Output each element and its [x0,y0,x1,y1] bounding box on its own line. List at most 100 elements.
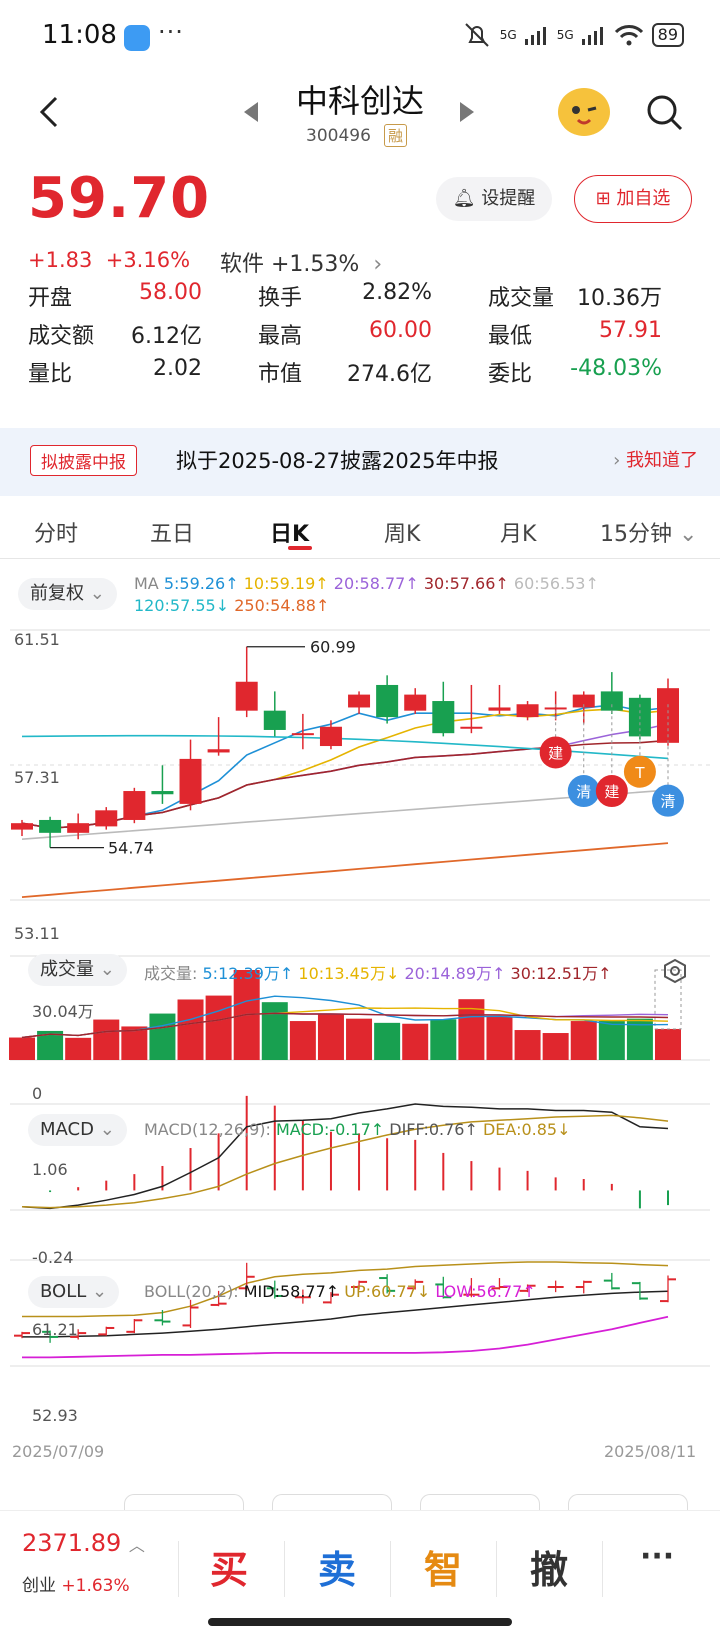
candle-body [95,810,118,827]
price-axis-mid: 57.31 [14,768,60,787]
ma-250: 250:54.88↑ [234,596,330,615]
trade-marker-label: 清 [576,783,591,801]
stat-value: 2.02 [153,356,202,381]
boll-dropdown[interactable]: BOLL ⌄ [28,1276,120,1308]
separator [178,1541,179,1597]
volume-bar [655,1028,681,1060]
tab-monthly-k[interactable]: 月K [500,516,536,548]
volume-bar [149,1013,176,1060]
add-favorite-label: 加自选 [616,188,671,209]
volume-label: 成交量 [40,959,94,980]
index-name-text: 创业 [22,1576,56,1596]
ma-title: MA [134,574,159,593]
boll-label: BOLL [40,1281,87,1302]
change-amount: +1.83 [28,248,93,272]
candle-body [544,707,567,710]
tab-15min[interactable]: 15分钟 ⌄ [600,516,697,548]
signal-icon-2 [581,27,603,45]
stock-title: 中科创达 [295,82,424,120]
low-label: 54.74 [108,839,154,858]
price-change: +1.83 +3.16% [28,248,190,272]
stat-label: 成交额 [28,324,95,349]
next-stock-icon[interactable] [460,102,474,122]
ma-line [21,704,669,829]
macd-dropdown[interactable]: MACD ⌄ [28,1114,127,1146]
volume-bar [65,1037,92,1060]
stat-value: -48.03% [570,356,662,381]
mute-icon [465,23,489,47]
volume-bar [486,1016,513,1060]
status-icons: 5G 5G 89 [462,22,684,48]
add-favorite-button[interactable]: ⊞ 加自选 [574,175,692,223]
chevron-down-icon: ⌄ [99,1119,115,1140]
candle-body [151,791,174,795]
last-price: 59.70 [28,166,211,231]
tab-intraday[interactable]: 分时 [34,516,78,548]
separator [284,1541,285,1597]
volume-title: 成交量: [144,964,198,983]
search-icon[interactable] [644,92,684,132]
volume-dropdown[interactable]: 成交量 ⌄ [28,954,127,986]
more-button[interactable]: ··· [640,1539,674,1574]
volume-bar [177,999,204,1060]
notice-dismiss-label: 我知道了 [626,450,698,471]
tab-five-day[interactable]: 五日 [150,516,194,548]
volume-bar [514,1030,541,1060]
boll-low: LOW:56.77↑ [435,1282,536,1301]
volume-bar [430,1019,457,1060]
settings-hexagon-icon[interactable] [662,958,688,984]
vol-ma-20: 20:14.89万↑ [404,964,506,983]
stat-label: 成交量 [488,286,555,311]
macd-axis-top: 1.06 [32,1160,68,1179]
mascot-icon[interactable] [558,88,610,136]
sector-label: 软件 +1.53% [220,252,360,277]
volume-bar [317,1013,344,1060]
volume-bar [542,1033,569,1060]
candle-body [348,694,371,708]
cancel-order-button[interactable]: 撤 [530,1539,568,1594]
boll-low-line [22,1315,669,1359]
status-time: 11:08 [42,20,117,50]
separator [496,1541,497,1597]
stock-code: 300496 [306,126,371,146]
tab-weekly-k[interactable]: 周K [384,516,420,548]
boll-up: UP:60.77↓ [344,1282,431,1301]
separator [390,1541,391,1597]
trade-marker-label: T [634,764,645,782]
tab-daily-k[interactable]: 日K [270,516,309,548]
price-axis-bottom: 53.11 [14,924,60,943]
price-axis-top: 61.51 [14,630,60,649]
volume-bar [570,1021,597,1060]
sell-button[interactable]: 卖 [318,1539,356,1594]
sector-link[interactable]: 软件 +1.53% › [220,246,382,278]
ma-legend-row1: MA 5:59.26↑ 10:59.19↑ 20:58.77↑ 30:57.66… [134,574,599,593]
notice-banner[interactable]: 拟披露中报 拟于2025-08-27披露2025年中报 › 我知道了 [0,428,720,496]
kline-chart[interactable]: 60.9954.74建清 建T清 [0,620,720,1440]
volume-bar [205,995,232,1060]
chevron-down-icon: ⌄ [679,522,698,547]
index-value[interactable]: 2371.89 ︿ [22,1529,145,1557]
chevron-right-icon: › [613,450,621,471]
candle-body [432,701,455,734]
set-alert-button[interactable]: 🔔︎ 设提醒 [436,177,552,221]
stat-label: 最高 [258,324,303,349]
candle-body [291,733,314,736]
macd-value: MACD:-0.17↑ [276,1120,385,1139]
adjust-dropdown[interactable]: 前复权 ⌄ [18,578,117,610]
macd-axis-bottom: -0.24 [32,1248,74,1267]
boll-params: BOLL(20,2): [144,1282,239,1301]
stat-label: 市值 [258,362,303,387]
stat-value: 6.12亿 [131,324,202,349]
chevron-right-icon: › [366,252,383,277]
buy-button[interactable]: 买 [210,1539,248,1594]
date-end: 2025/08/11 [604,1442,697,1461]
volume-legend: 成交量: 5:12.39万↑ 10:13.45万↓ 20:14.89万↑ 30:… [144,960,611,984]
margin-badge: 融 [384,124,408,147]
notice-dismiss-button[interactable]: › 我知道了 [613,446,698,472]
smart-button[interactable]: 智 [424,1539,462,1594]
stat-label: 换手 [258,286,303,311]
stat-value: 274.6亿 [347,362,432,387]
ma-10: 10:59.19↑ [243,574,329,593]
ma-legend-row2: 120:57.55↓ 250:54.88↑ [134,596,329,615]
network-5g-1: 5G [499,28,517,42]
